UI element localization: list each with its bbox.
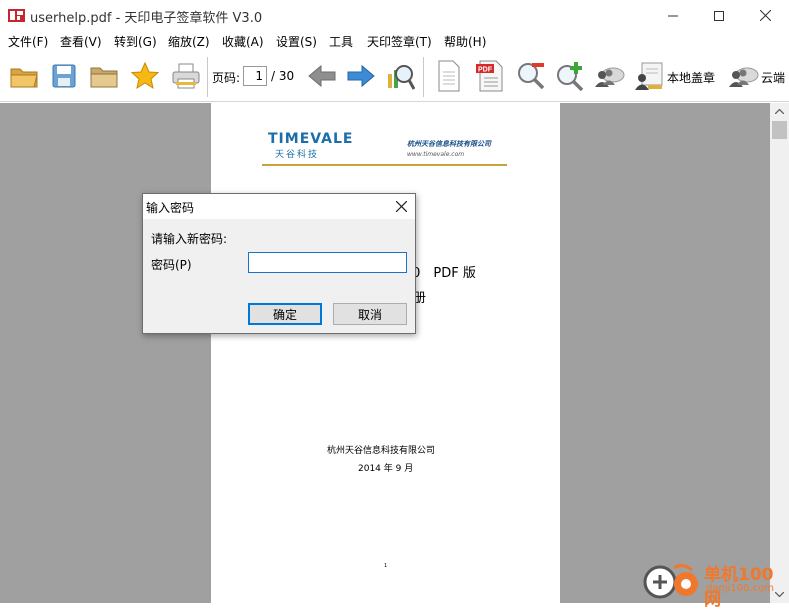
printer-icon — [172, 63, 200, 89]
password-dialog: 输入密码 请输入新密码: 密码(P) 确定 取消 — [142, 193, 416, 334]
menu-help[interactable]: 帮助(H) — [444, 33, 486, 50]
dialog-title: 输入密码 — [146, 201, 195, 215]
toolbar-separator — [207, 57, 208, 97]
cloud-users-button[interactable] — [592, 57, 626, 95]
minimize-icon — [668, 15, 678, 16]
scroll-up-button[interactable] — [770, 103, 789, 120]
page-label: 页码: — [212, 71, 241, 85]
save-icon — [52, 64, 76, 88]
zoom-out-button[interactable] — [514, 57, 548, 95]
watermark-url: danji100.com — [706, 583, 774, 594]
cloud-users-icon — [595, 67, 625, 87]
menu-tools[interactable]: 工具 — [329, 33, 353, 50]
page-number: 1 — [384, 563, 388, 569]
scroll-thumb[interactable] — [772, 121, 787, 139]
document-title: .0 PDF 版 — [408, 266, 476, 281]
zoom-out-icon — [518, 63, 545, 90]
menu-zoom[interactable]: 缩放(Z) — [168, 33, 210, 50]
dialog-title-bar: 输入密码 — [143, 194, 415, 219]
password-label: 密码(P) — [151, 258, 192, 272]
menu-goto[interactable]: 转到(G) — [114, 33, 157, 50]
favorite-button[interactable] — [128, 57, 162, 95]
previous-page-button[interactable] — [305, 57, 339, 95]
save-button[interactable] — [49, 57, 79, 95]
menu-favorites[interactable]: 收藏(A) — [222, 33, 264, 50]
local-stamp-label[interactable]: 本地盖章 — [667, 69, 715, 86]
dialog-prompt: 请输入新密码: — [151, 232, 228, 246]
minimize-button[interactable] — [650, 0, 696, 31]
title-bar: userhelp.pdf - 天印电子签章软件 V3.0 — [0, 0, 789, 31]
pdf-page: TIMEVALE 天谷科技 杭州天谷信息科技有限公司 www.timevale.… — [211, 103, 560, 603]
local-stamp-icon-button[interactable] — [632, 57, 666, 95]
zoom-in-button[interactable] — [553, 57, 587, 95]
watermark-logo-icon — [643, 563, 698, 599]
zoom-in-icon — [557, 62, 584, 92]
print-button[interactable] — [169, 57, 203, 95]
arrow-right-icon — [347, 64, 375, 88]
close-icon — [395, 200, 407, 212]
single-page-button[interactable] — [434, 57, 464, 95]
toolbar: 页码: 1 / 30 PDF 本地盖章 云端 — [0, 51, 789, 102]
timevale-logo: TIMEVALE — [268, 131, 354, 147]
header-company: 杭州天谷信息科技有限公司 — [407, 140, 491, 148]
arrow-left-icon — [308, 64, 336, 88]
close-icon — [759, 10, 771, 21]
search-button[interactable] — [383, 57, 417, 95]
menu-view[interactable]: 查看(V) — [60, 33, 102, 50]
maximize-button[interactable] — [696, 0, 742, 31]
pdf-button[interactable]: PDF — [474, 57, 506, 95]
footer-date: 2014 年 9 月 — [358, 464, 414, 474]
app-icon — [8, 9, 25, 22]
page-number-input[interactable]: 1 — [243, 66, 267, 86]
menu-tianyin-stamp[interactable]: 天印签章(T) — [367, 33, 432, 50]
header-divider — [262, 164, 507, 166]
search-chart-icon — [388, 65, 415, 90]
footer-company: 杭州天谷信息科技有限公司 — [327, 446, 436, 456]
vertical-scrollbar[interactable] — [770, 103, 789, 603]
folder-icon — [90, 67, 118, 88]
menu-bar: 文件(F) 查看(V) 转到(G) 缩放(Z) 收藏(A) 设置(S) 工具 天… — [0, 31, 789, 51]
password-field[interactable] — [248, 252, 407, 273]
stamp-user-icon — [635, 62, 663, 90]
menu-file[interactable]: 文件(F) — [8, 33, 48, 50]
cloud-stamp-label[interactable]: 云端 — [761, 69, 785, 86]
header-url: www.timevale.com — [407, 151, 465, 158]
folder-open-icon — [10, 68, 38, 88]
site-watermark: 单机100网 danji100.com — [640, 556, 788, 610]
pdf-badge-text: PDF — [478, 67, 493, 74]
next-page-button[interactable] — [344, 57, 378, 95]
pdf-file-icon: PDF — [476, 60, 503, 92]
open-folder-button[interactable] — [87, 57, 121, 95]
dialog-close-button[interactable] — [389, 196, 413, 216]
document-canvas[interactable]: TIMEVALE 天谷科技 杭州天谷信息科技有限公司 www.timevale.… — [0, 103, 770, 603]
toolbar-separator — [423, 57, 424, 97]
page-total: / 30 — [271, 69, 295, 83]
maximize-icon — [714, 10, 724, 21]
menu-settings[interactable]: 设置(S) — [276, 33, 317, 50]
cloud-stamp-icon — [729, 67, 759, 87]
cloud-stamp-icon-button[interactable] — [726, 57, 760, 95]
ok-button[interactable]: 确定 — [248, 303, 322, 325]
window-title: userhelp.pdf - 天印电子签章软件 V3.0 — [30, 11, 263, 26]
close-button[interactable] — [742, 0, 788, 31]
chevron-up-icon — [775, 109, 784, 114]
star-icon — [130, 61, 160, 90]
open-button[interactable] — [7, 57, 41, 95]
logo-subtitle: 天谷科技 — [275, 150, 320, 160]
cancel-button[interactable]: 取消 — [333, 303, 407, 325]
page-icon — [438, 60, 460, 92]
